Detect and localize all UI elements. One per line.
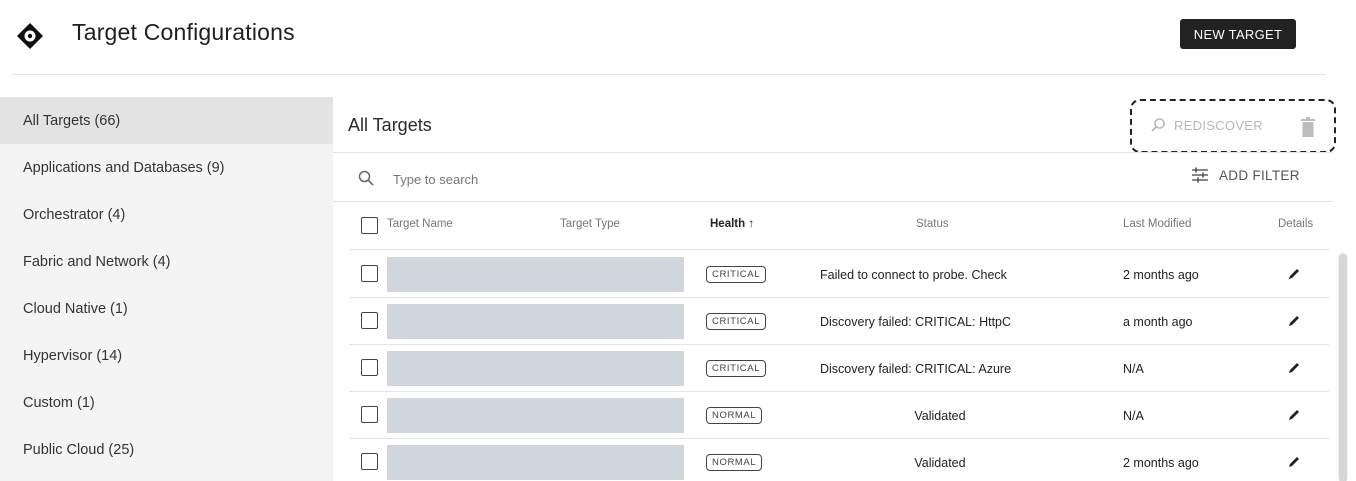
sidebar-item-hypervisor[interactable]: Hypervisor (14) [0,332,333,379]
sidebar-item-cloud-native[interactable]: Cloud Native (1) [0,285,333,332]
table-row[interactable]: CRITICAL Discovery failed: CRITICAL: Htt… [333,298,1333,345]
column-header-health[interactable]: Health ↑ [710,218,754,230]
rediscover-search-icon [1151,118,1165,132]
status-text: Discovery failed: CRITICAL: Azure [820,361,1012,376]
target-name-redacted [387,445,684,480]
last-modified: N/A [1123,361,1144,376]
column-header-status[interactable]: Status [916,218,949,230]
trash-icon[interactable] [1300,117,1316,137]
column-header-target-type[interactable]: Target Type [560,218,620,230]
select-all-checkbox[interactable] [361,217,378,234]
search-icon [358,170,374,186]
pencil-icon[interactable] [1287,314,1301,328]
last-modified: a month ago [1123,314,1193,329]
page-title: Target Configurations [72,19,295,45]
sidebar-item-custom[interactable]: Custom (1) [0,379,333,426]
page-header: Target Configurations NEW TARGET [0,0,1356,95]
add-filter-button[interactable]: ADD FILTER [1191,167,1300,183]
status-text: Validated [914,408,966,423]
target-name-redacted [387,398,684,433]
targets-panel: All Targets REDISCOVER ADD FIL [333,97,1336,481]
table-header-divider [349,249,1329,250]
bulk-actions-highlight: REDISCOVER [1130,99,1336,153]
sidebar-item-orchestrator[interactable]: Orchestrator (4) [0,191,333,238]
pencil-icon[interactable] [1287,455,1301,469]
row-checkbox[interactable] [361,359,378,376]
rediscover-label: REDISCOVER [1174,117,1263,133]
search-divider [333,201,1333,202]
status-text: Failed to connect to probe. Check [820,267,1007,282]
sidebar-item-applications-databases[interactable]: Applications and Databases (9) [0,144,333,191]
status-text: Validated [914,455,966,470]
last-modified: N/A [1123,408,1144,423]
title-divider [333,152,1333,153]
health-badge: CRITICAL [706,360,767,377]
health-badge: NORMAL [706,407,763,424]
table-row[interactable]: CRITICAL Discovery failed: CRITICAL: Azu… [333,345,1333,392]
table-row[interactable]: NORMAL Validated N/A [333,392,1333,439]
header-divider [12,74,1326,75]
row-checkbox[interactable] [361,265,378,282]
column-header-details: Details [1278,218,1314,230]
column-header-target-name[interactable]: Target Name [387,218,453,230]
row-checkbox[interactable] [361,406,378,423]
new-target-button[interactable]: NEW TARGET [1180,19,1296,49]
pencil-icon[interactable] [1287,361,1301,375]
search-input[interactable] [393,169,693,189]
last-modified: 2 months ago [1123,455,1199,470]
health-badge: CRITICAL [706,313,767,330]
row-checkbox[interactable] [361,453,378,470]
table-row[interactable]: CRITICAL Failed to connect to probe. Che… [333,251,1333,298]
target-name-redacted [387,351,684,386]
sidebar-item-public-cloud[interactable]: Public Cloud (25) [0,426,333,473]
pencil-icon[interactable] [1287,408,1301,422]
scrollbar-thumb[interactable] [1339,254,1347,481]
crosshair-diamond-icon [17,23,43,49]
target-name-redacted [387,257,684,292]
category-sidebar: All Targets (66) Applications and Databa… [0,97,333,481]
add-filter-label: ADD FILTER [1219,167,1300,183]
health-badge: CRITICAL [706,266,767,283]
rediscover-button[interactable]: REDISCOVER [1150,117,1263,133]
table-scrollbar[interactable] [1338,252,1348,481]
target-name-redacted [387,304,684,339]
panel-title: All Targets [348,115,432,135]
row-checkbox[interactable] [361,312,378,329]
column-header-last-modified[interactable]: Last Modified [1123,218,1191,230]
pencil-icon[interactable] [1287,267,1301,281]
table-row[interactable]: NORMAL Validated 2 months ago [333,439,1333,481]
last-modified: 2 months ago [1123,267,1199,282]
status-text: Discovery failed: CRITICAL: HttpC [820,314,1012,329]
health-badge: NORMAL [706,454,763,471]
sidebar-item-fabric-network[interactable]: Fabric and Network (4) [0,238,333,285]
filter-sliders-icon [1192,167,1208,183]
sidebar-item-all-targets[interactable]: All Targets (66) [0,97,333,144]
